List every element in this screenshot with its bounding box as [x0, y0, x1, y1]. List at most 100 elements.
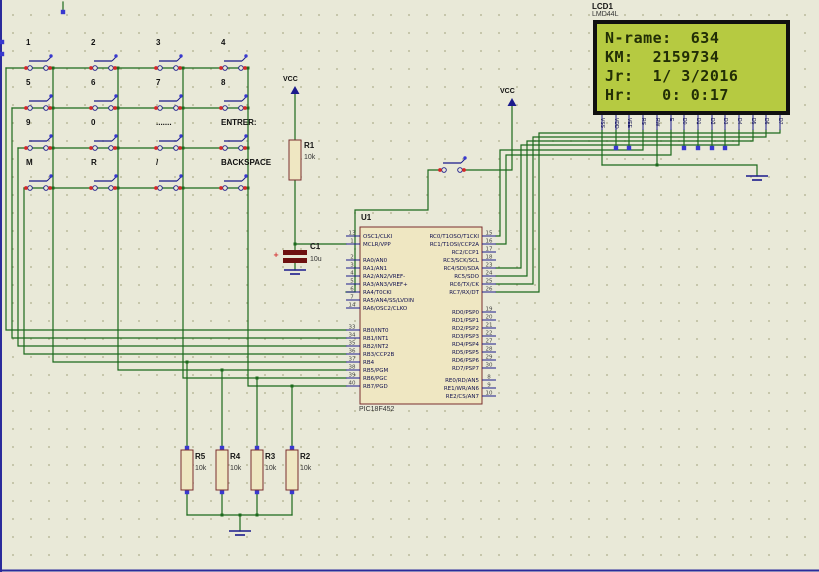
capacitor-body[interactable]: + [273, 250, 307, 263]
wire-junction [116, 146, 120, 150]
pin-name: RC3/SCK/SCL [443, 258, 480, 264]
pin-number: 1 [350, 239, 354, 245]
pin-number: 39 [349, 373, 356, 379]
pin-number: 28 [486, 347, 493, 353]
pin-number: 36 [349, 349, 356, 355]
lcd-display[interactable]: N-rame: 634 KM: 2159734 Jr: 1/ 3/2016 Hr… [593, 20, 790, 115]
wire-end-marker [722, 145, 728, 151]
pin-number: 14 [349, 303, 356, 309]
button-terminal [24, 186, 28, 190]
wire-end-marker [695, 145, 701, 151]
mcu-body[interactable]: 13 OSC1/CLKI 1 MCLR/VPP 2 RA0/AN0 3 RA1/AN1 4 RA2… [346, 226, 496, 405]
wire [52, 67, 347, 363]
pin-name: RC7/RX/DT [449, 290, 479, 296]
wire [601, 164, 758, 177]
pin-name: RD3/PSP3 [452, 334, 480, 340]
pin-name: RA4/T0CKI [363, 290, 392, 296]
wire-junction [181, 66, 185, 70]
wire-junction [181, 146, 185, 150]
button-terminal [89, 146, 93, 150]
resistor-body[interactable] [250, 449, 264, 491]
pin-number: 18 [486, 255, 493, 261]
lcd-ref: LCD1 [592, 2, 613, 11]
button-terminal [113, 66, 117, 70]
wire [23, 187, 347, 355]
ground-icon [229, 530, 251, 536]
button-terminal [48, 146, 52, 150]
button-terminal [89, 66, 93, 70]
pin-name: RD0/PSP0 [452, 310, 480, 316]
wire-junction [255, 513, 259, 517]
resistor-body[interactable] [285, 449, 299, 491]
pin-name: RD7/PSP7 [452, 366, 480, 372]
pin-number: 27 [486, 339, 493, 345]
pin-name: RD2/PSP2 [452, 326, 479, 332]
pin-name: RC0/T1OSO/T1CKI [429, 234, 479, 240]
pin-number: 35 [349, 341, 356, 347]
lcd-part: LMD44L [592, 11, 619, 18]
wire-junction [655, 163, 659, 167]
wire-junction [246, 106, 250, 110]
mcu-ref: U1 [361, 213, 372, 222]
wire-junction [185, 360, 189, 364]
lcd-line-1: N-rame: 634 [605, 29, 720, 47]
pin-number: 20 [486, 315, 493, 321]
pin-number: 33 [349, 325, 356, 331]
wire [294, 179, 347, 245]
lcd-line-3: Jr: 1/ 3/2016 [605, 67, 739, 85]
button-terminal [89, 186, 93, 190]
wire-junction [51, 66, 55, 70]
button-terminal [178, 66, 182, 70]
pin-name: OSC1/CLKI [363, 234, 393, 240]
resistor-body[interactable] [180, 449, 194, 491]
pin-name: RA1/AN1 [363, 266, 387, 272]
pin-name: RB0/INT0 [363, 328, 389, 334]
pin-name: MCLR/VPP [363, 242, 391, 248]
pin-number: 29 [486, 355, 493, 361]
vcc-icon [290, 86, 300, 94]
wire-junction [238, 513, 242, 517]
pin-number: 16 [486, 239, 493, 245]
pin-name: RB6/PGC [363, 376, 388, 382]
pin-name: RC2/CCP1 [452, 250, 479, 256]
pin-number: 24 [486, 271, 493, 277]
wire-junction [220, 368, 224, 372]
wire [495, 129, 644, 237]
resistor-body[interactable] [215, 449, 229, 491]
pin-name: RE2/CS/AN7 [446, 394, 480, 400]
pin-name: RB4 [363, 360, 375, 366]
wire-end-marker [0, 39, 5, 45]
pin-name: RC5/SDO [454, 274, 479, 280]
button-terminal [243, 106, 247, 110]
pin-name: RB5/PGM [363, 368, 389, 374]
resistor-body[interactable] [288, 139, 302, 181]
button-terminal [243, 146, 247, 150]
button-terminal [48, 66, 52, 70]
pin-name: RA2/AN2/VREF- [363, 274, 405, 280]
button-terminal [24, 66, 28, 70]
wire-end-marker [709, 145, 715, 151]
pin-name: RB1/INT1 [363, 336, 389, 342]
wire-end-marker [681, 145, 687, 151]
pin-number: 25 [486, 279, 493, 285]
button-terminal [48, 106, 52, 110]
schematic-canvas: 13 OSC1/CLKI 1 MCLR/VPP 2 RA0/AN0 3 RA1/AN1 4 RA2… [0, 0, 819, 572]
button-terminal [178, 146, 182, 150]
push-button[interactable] [438, 156, 467, 173]
wire-junction [220, 513, 224, 517]
button-actuator-dot [49, 134, 53, 138]
pin-number: 15 [486, 231, 493, 237]
pin-name: RD5/PSP5 [452, 350, 480, 356]
pin-name: RB7/PGD [363, 384, 388, 390]
wire-end-marker [60, 9, 66, 15]
pin-number: 19 [486, 307, 493, 313]
wire-junction [181, 106, 185, 110]
button-terminal [178, 106, 182, 110]
pin-name: RA0/AN0 [363, 258, 388, 264]
pin-name: RB3/CCP2B [363, 352, 394, 358]
lcd-line-2: KM: 2159734 [605, 48, 720, 66]
mcu-part: PIC18F452 [359, 406, 395, 413]
pin-number: 7 [350, 295, 354, 301]
wire [495, 129, 767, 285]
button-terminal [462, 168, 466, 172]
